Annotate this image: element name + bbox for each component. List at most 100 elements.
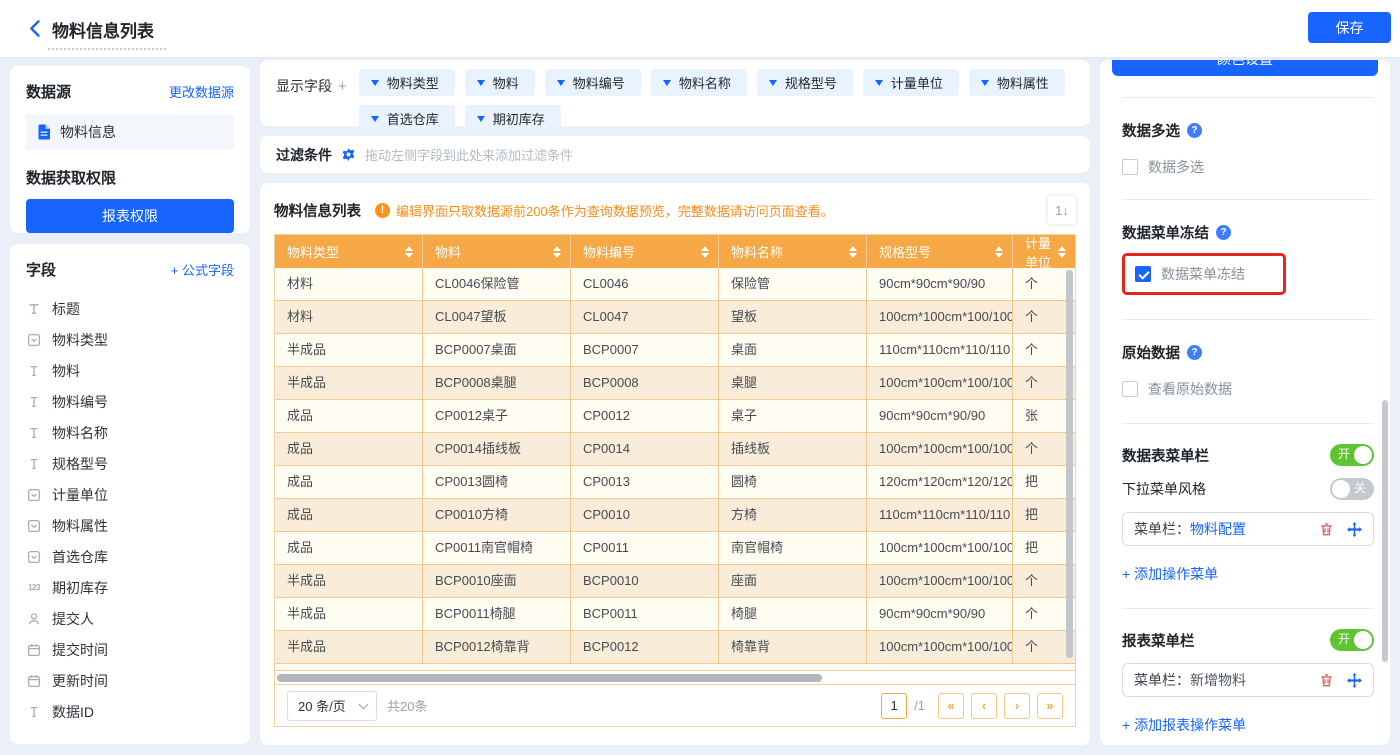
question-icon[interactable]: ? [1216, 225, 1231, 240]
horizontal-scrollbar-thumb[interactable] [277, 674, 822, 682]
panel-scrollbar-thumb[interactable] [1382, 400, 1388, 662]
display-field-chip[interactable]: 首选仓库 [358, 105, 455, 132]
last-page-icon[interactable]: » [1037, 692, 1063, 719]
display-field-chip[interactable]: 物料 [464, 69, 535, 96]
table-header-row: 物料类型 物料 物料编号 物料名称 规格型号 计量单位 [275, 235, 1075, 270]
field-list: 标题 物料类型 物料 物料编号 物料名称 规格型号 计量单位 物料属性 首选仓库… [26, 293, 234, 727]
multi-select-checkbox[interactable] [1122, 159, 1138, 175]
display-field-chip[interactable]: 物料类型 [358, 69, 455, 96]
sort-arrows-icon[interactable] [553, 245, 561, 258]
sort-arrows-icon[interactable] [1058, 245, 1066, 258]
cell-material-name: 椅靠背 [719, 631, 867, 663]
fields-title: 字段 [26, 262, 57, 279]
prev-page-icon[interactable]: ‹ [971, 692, 997, 719]
sort-order-icon[interactable]: 1↓ [1048, 196, 1076, 224]
raw-data-title: 原始数据 ? [1122, 342, 1374, 363]
column-header[interactable]: 物料 [423, 235, 571, 268]
table-row: 材料 CL0047望板 CL0047 望板 100cm*100cm*100/10… [275, 301, 1075, 334]
field-item[interactable]: 提交时间 [26, 634, 234, 665]
add-action-menu-link[interactable]: + 添加操作菜单 [1122, 564, 1374, 584]
divider [1122, 199, 1374, 200]
cell-material: CP0011南官帽椅 [423, 532, 571, 564]
report-menubar-toggle[interactable]: 开 [1330, 629, 1374, 651]
menu-item-name[interactable]: 物料配置 [1190, 519, 1246, 539]
vertical-scrollbar-thumb[interactable] [1066, 270, 1073, 658]
move-icon[interactable] [1347, 521, 1362, 537]
divider [1122, 608, 1374, 609]
datasource-item[interactable]: 物料信息 [26, 114, 234, 150]
field-item[interactable]: 首选仓库 [26, 541, 234, 572]
display-fields-label: 显示字段 + [276, 78, 347, 95]
display-field-chip[interactable]: 物料名称 [650, 69, 747, 96]
table-body: 材料 CL0046保险管 CL0046 保险管 90cm*90cm*90/90 … [275, 268, 1075, 664]
field-item[interactable]: 物料 [26, 355, 234, 386]
move-icon[interactable] [1347, 672, 1362, 688]
report-menubar-title: 报表菜单栏 [1122, 633, 1195, 650]
next-page-icon[interactable]: › [1004, 692, 1030, 719]
page-size-select[interactable]: 20 条/页 [287, 690, 377, 721]
cell-material-type: 半成品 [275, 367, 423, 399]
toggle-knob [1354, 631, 1372, 649]
gear-icon[interactable] [341, 147, 356, 162]
report-permission-button[interactable]: 报表权限 [26, 199, 234, 233]
display-field-chip[interactable]: 计量单位 [862, 69, 959, 96]
field-item[interactable]: 物料名称 [26, 417, 234, 448]
cell-material-type: 材料 [275, 268, 423, 300]
first-page-icon[interactable]: « [938, 692, 964, 719]
report-menu-item[interactable]: 菜单栏： 新增物料 [1122, 663, 1374, 697]
column-header[interactable]: 规格型号 [867, 235, 1013, 268]
display-field-chips: 物料类型 物料 物料编号 物料名称 规格型号 计量单位 物料属性 首选仓库 期初… [358, 69, 1069, 132]
field-item[interactable]: 计量单位 [26, 479, 234, 510]
change-datasource-link[interactable]: 更改数据源 [169, 82, 234, 101]
table-menubar-toggle[interactable]: 开 [1330, 444, 1374, 466]
sort-arrows-icon[interactable] [995, 245, 1003, 258]
column-header[interactable]: 物料名称 [719, 235, 867, 268]
cell-spec-model: 120cm*120cm*120/120 [867, 466, 1013, 498]
chevron-down-icon [662, 79, 671, 86]
dropdown-style-label: 下拉菜单风格 [1122, 481, 1206, 497]
multi-select-checkbox-row: 数据多选 [1122, 157, 1374, 177]
trash-icon[interactable] [1319, 673, 1334, 688]
field-item[interactable]: 标题 [26, 293, 234, 324]
display-field-chip[interactable]: 物料编号 [544, 69, 641, 96]
display-field-chip[interactable]: 规格型号 [756, 69, 853, 96]
field-item[interactable]: 提交人 [26, 603, 234, 634]
add-display-field-icon[interactable]: + [338, 78, 347, 95]
chevron-down-icon [370, 79, 379, 86]
field-item[interactable]: 123 期初库存 [26, 572, 234, 603]
table-row: 成品 CP0012桌子 CP0012 桌子 90cm*90cm*90/90 张 [275, 400, 1075, 433]
field-item[interactable]: 物料属性 [26, 510, 234, 541]
add-formula-field-link[interactable]: + 公式字段 [171, 260, 234, 279]
column-header[interactable]: 计量单位 [1013, 235, 1075, 270]
column-header[interactable]: 物料类型 [275, 235, 423, 268]
cell-material-name: 桌面 [719, 334, 867, 366]
field-label: 物料名称 [52, 424, 108, 441]
table-menu-item[interactable]: 菜单栏： 物料配置 [1122, 512, 1374, 546]
field-item[interactable]: 物料编号 [26, 386, 234, 417]
current-page-input[interactable]: 1 [881, 692, 908, 719]
menu-freeze-checkbox[interactable] [1135, 266, 1151, 282]
raw-data-checkbox[interactable] [1122, 381, 1138, 397]
cell-material-name: 南官帽椅 [719, 532, 867, 564]
display-field-chip[interactable]: 物料属性 [968, 69, 1065, 96]
display-field-chip[interactable]: 期初库存 [464, 105, 561, 132]
question-icon[interactable]: ? [1187, 123, 1202, 138]
field-item[interactable]: 规格型号 [26, 448, 234, 479]
sort-arrows-icon[interactable] [405, 245, 413, 258]
datasource-title: 数据源 [26, 84, 72, 101]
field-item[interactable]: 物料类型 [26, 324, 234, 355]
menu-item-name: 新增物料 [1190, 672, 1246, 688]
column-header[interactable]: 物料编号 [571, 235, 719, 268]
trash-icon[interactable] [1319, 522, 1334, 537]
color-settings-button[interactable]: 颜色设置 [1112, 60, 1378, 76]
field-item[interactable]: 数据ID [26, 696, 234, 727]
dropdown-style-toggle[interactable]: 关 [1330, 478, 1374, 500]
divider [1122, 423, 1374, 424]
question-icon[interactable]: ? [1187, 345, 1202, 360]
save-button[interactable]: 保存 [1308, 12, 1391, 43]
sort-arrows-icon[interactable] [701, 245, 709, 258]
field-item[interactable]: 更新时间 [26, 665, 234, 696]
back-icon[interactable] [26, 19, 46, 39]
sort-arrows-icon[interactable] [849, 245, 857, 258]
add-report-action-menu-link[interactable]: + 添加报表操作菜单 [1122, 715, 1374, 735]
